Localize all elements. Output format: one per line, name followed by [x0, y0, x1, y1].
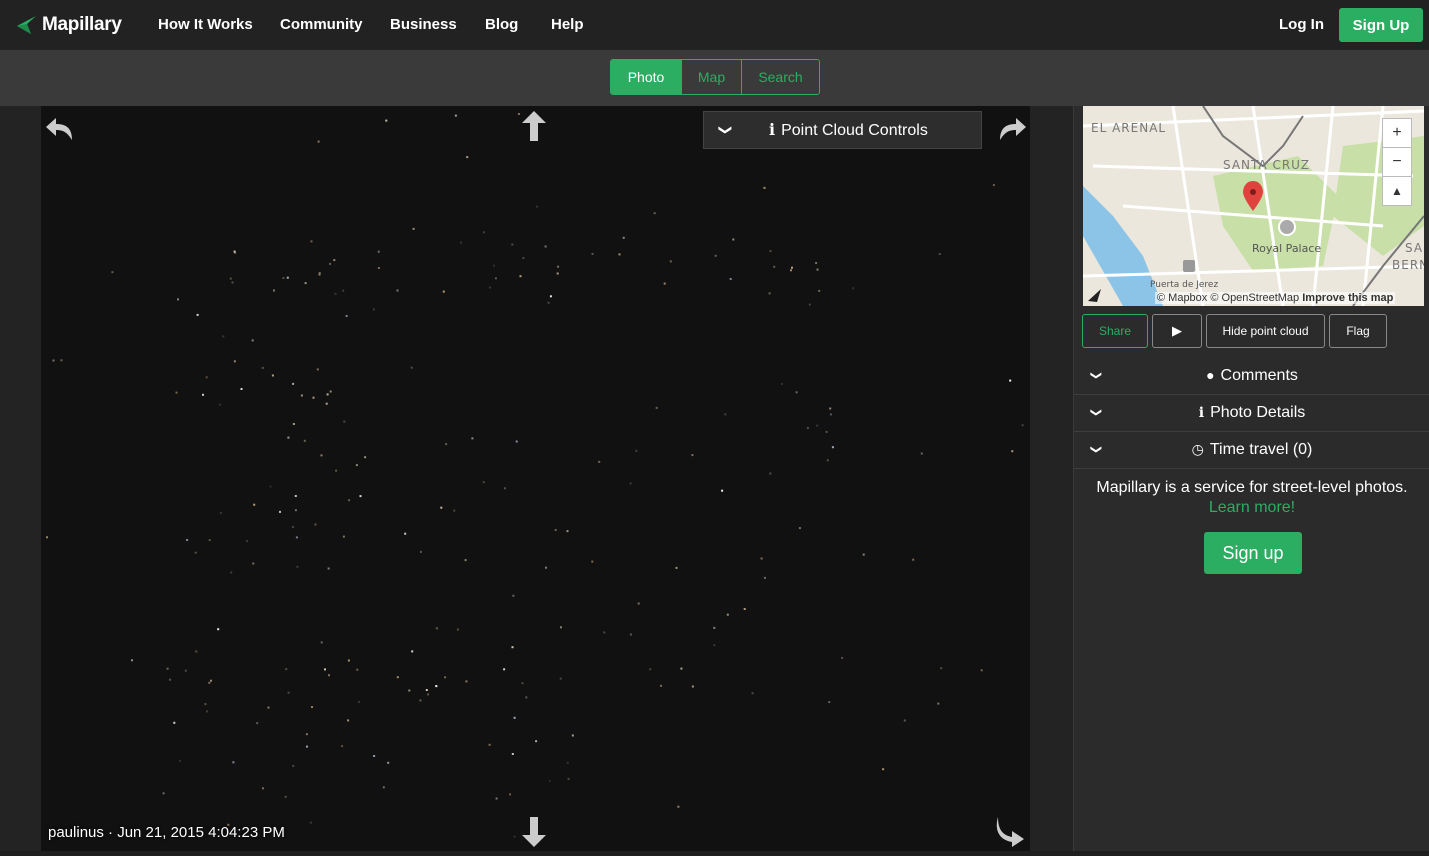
map-label-san-bernardo-1: SAN	[1405, 241, 1424, 255]
improve-map-link[interactable]: Improve this map	[1302, 292, 1393, 304]
chevron-down-icon: ❯	[718, 124, 734, 136]
view-switcher-bar: Photo Map Search	[0, 50, 1429, 106]
photo-details-label: Photo Details	[1210, 404, 1306, 421]
clock-icon: ◷	[1191, 441, 1204, 457]
comments-section[interactable]: ❯ ● Comments	[1074, 358, 1429, 395]
map-label-el-arenal: EL ARENAL	[1091, 121, 1166, 135]
point-cloud-controls-label-wrap: i Point Cloud Controls	[769, 120, 928, 140]
turn-right-arrow-icon[interactable]	[990, 108, 1030, 148]
share-button[interactable]: Share	[1082, 314, 1148, 348]
nav-business[interactable]: Business	[390, 16, 457, 33]
nav-community[interactable]: Community	[280, 16, 363, 33]
mapillary-logo[interactable]: Mapillary	[14, 10, 122, 40]
map-label-royal-palace: Royal Palace	[1252, 242, 1321, 255]
nav-how-it-works[interactable]: How It Works	[158, 16, 253, 33]
zoom-in-button[interactable]: +	[1382, 118, 1412, 148]
turn-left-arrow-icon[interactable]	[42, 108, 82, 148]
comments-title: ● Comments	[1074, 367, 1429, 385]
brand-name: Mapillary	[42, 14, 122, 35]
top-navbar: Mapillary How It Works Community Busines…	[0, 0, 1429, 50]
time-travel-label: Time travel (0)	[1209, 441, 1313, 458]
point-cloud-controls-label: Point Cloud Controls	[781, 122, 928, 139]
sidebar-signup-button[interactable]: Sign up	[1204, 532, 1302, 574]
map-canvas: EL ARENAL SANTA CRUZ Royal Palace Puerta…	[1083, 106, 1424, 306]
map-label-san-bernardo-2: BERNA	[1392, 258, 1424, 272]
map-label-puerta-jerez: Puerta de Jerez	[1150, 280, 1218, 290]
move-forward-arrow-icon[interactable]	[514, 107, 554, 147]
promo-block: Mapillary is a service for street-level …	[1074, 478, 1429, 518]
photo-details-section[interactable]: ❯ i Photo Details	[1074, 395, 1429, 432]
sidebar: EL ARENAL SANTA CRUZ Royal Palace Puerta…	[1073, 106, 1429, 851]
action-buttons: Share ▶ Hide point cloud Flag	[1082, 314, 1391, 348]
nav-blog[interactable]: Blog	[485, 16, 518, 33]
photo-details-title: i Photo Details	[1074, 404, 1429, 422]
point-cloud-render	[46, 113, 1024, 838]
comments-icon: ●	[1206, 367, 1215, 383]
time-travel-section[interactable]: ❯ ◷ Time travel (0)	[1074, 432, 1429, 469]
point-cloud-controls-toggle[interactable]: ❯ i Point Cloud Controls	[703, 111, 982, 149]
map-label-santa-cruz: SANTA CRUZ	[1223, 158, 1310, 172]
nav-help[interactable]: Help	[551, 16, 584, 33]
move-backward-arrow-icon[interactable]	[514, 811, 554, 851]
login-link[interactable]: Log In	[1279, 16, 1324, 33]
map-attribution-text[interactable]: © Mapbox © OpenStreetMap	[1157, 292, 1299, 304]
zoom-out-button[interactable]: −	[1382, 147, 1412, 177]
compass-icon[interactable]: ▲	[1382, 176, 1412, 206]
promo-text: Mapillary is a service for street-level …	[1096, 479, 1408, 496]
point-cloud-viewer[interactable]	[41, 106, 1030, 851]
tab-search[interactable]: Search	[741, 60, 819, 94]
view-tabs: Photo Map Search	[610, 59, 820, 95]
play-button[interactable]: ▶	[1152, 314, 1202, 348]
tab-map[interactable]: Map	[681, 60, 741, 94]
signup-button[interactable]: Sign Up	[1339, 8, 1423, 42]
time-travel-title: ◷ Time travel (0)	[1074, 441, 1429, 459]
comments-label: Comments	[1220, 367, 1298, 384]
learn-more-link[interactable]: Learn more!	[1074, 498, 1429, 518]
photo-caption[interactable]: paulinus · Jun 21, 2015 4:04:23 PM	[48, 824, 285, 841]
mapillary-logo-icon	[17, 16, 36, 34]
info-icon: i	[1198, 405, 1205, 421]
info-icon: i	[769, 120, 776, 139]
flag-button[interactable]: Flag	[1329, 314, 1387, 348]
tab-photo[interactable]: Photo	[611, 60, 681, 94]
hide-point-cloud-button[interactable]: Hide point cloud	[1206, 314, 1325, 348]
mini-map[interactable]: EL ARENAL SANTA CRUZ Royal Palace Puerta…	[1083, 106, 1424, 306]
turn-around-arrow-icon[interactable]	[990, 811, 1030, 851]
map-attribution: © Mapbox © OpenStreetMap Improve this ma…	[1155, 292, 1396, 304]
